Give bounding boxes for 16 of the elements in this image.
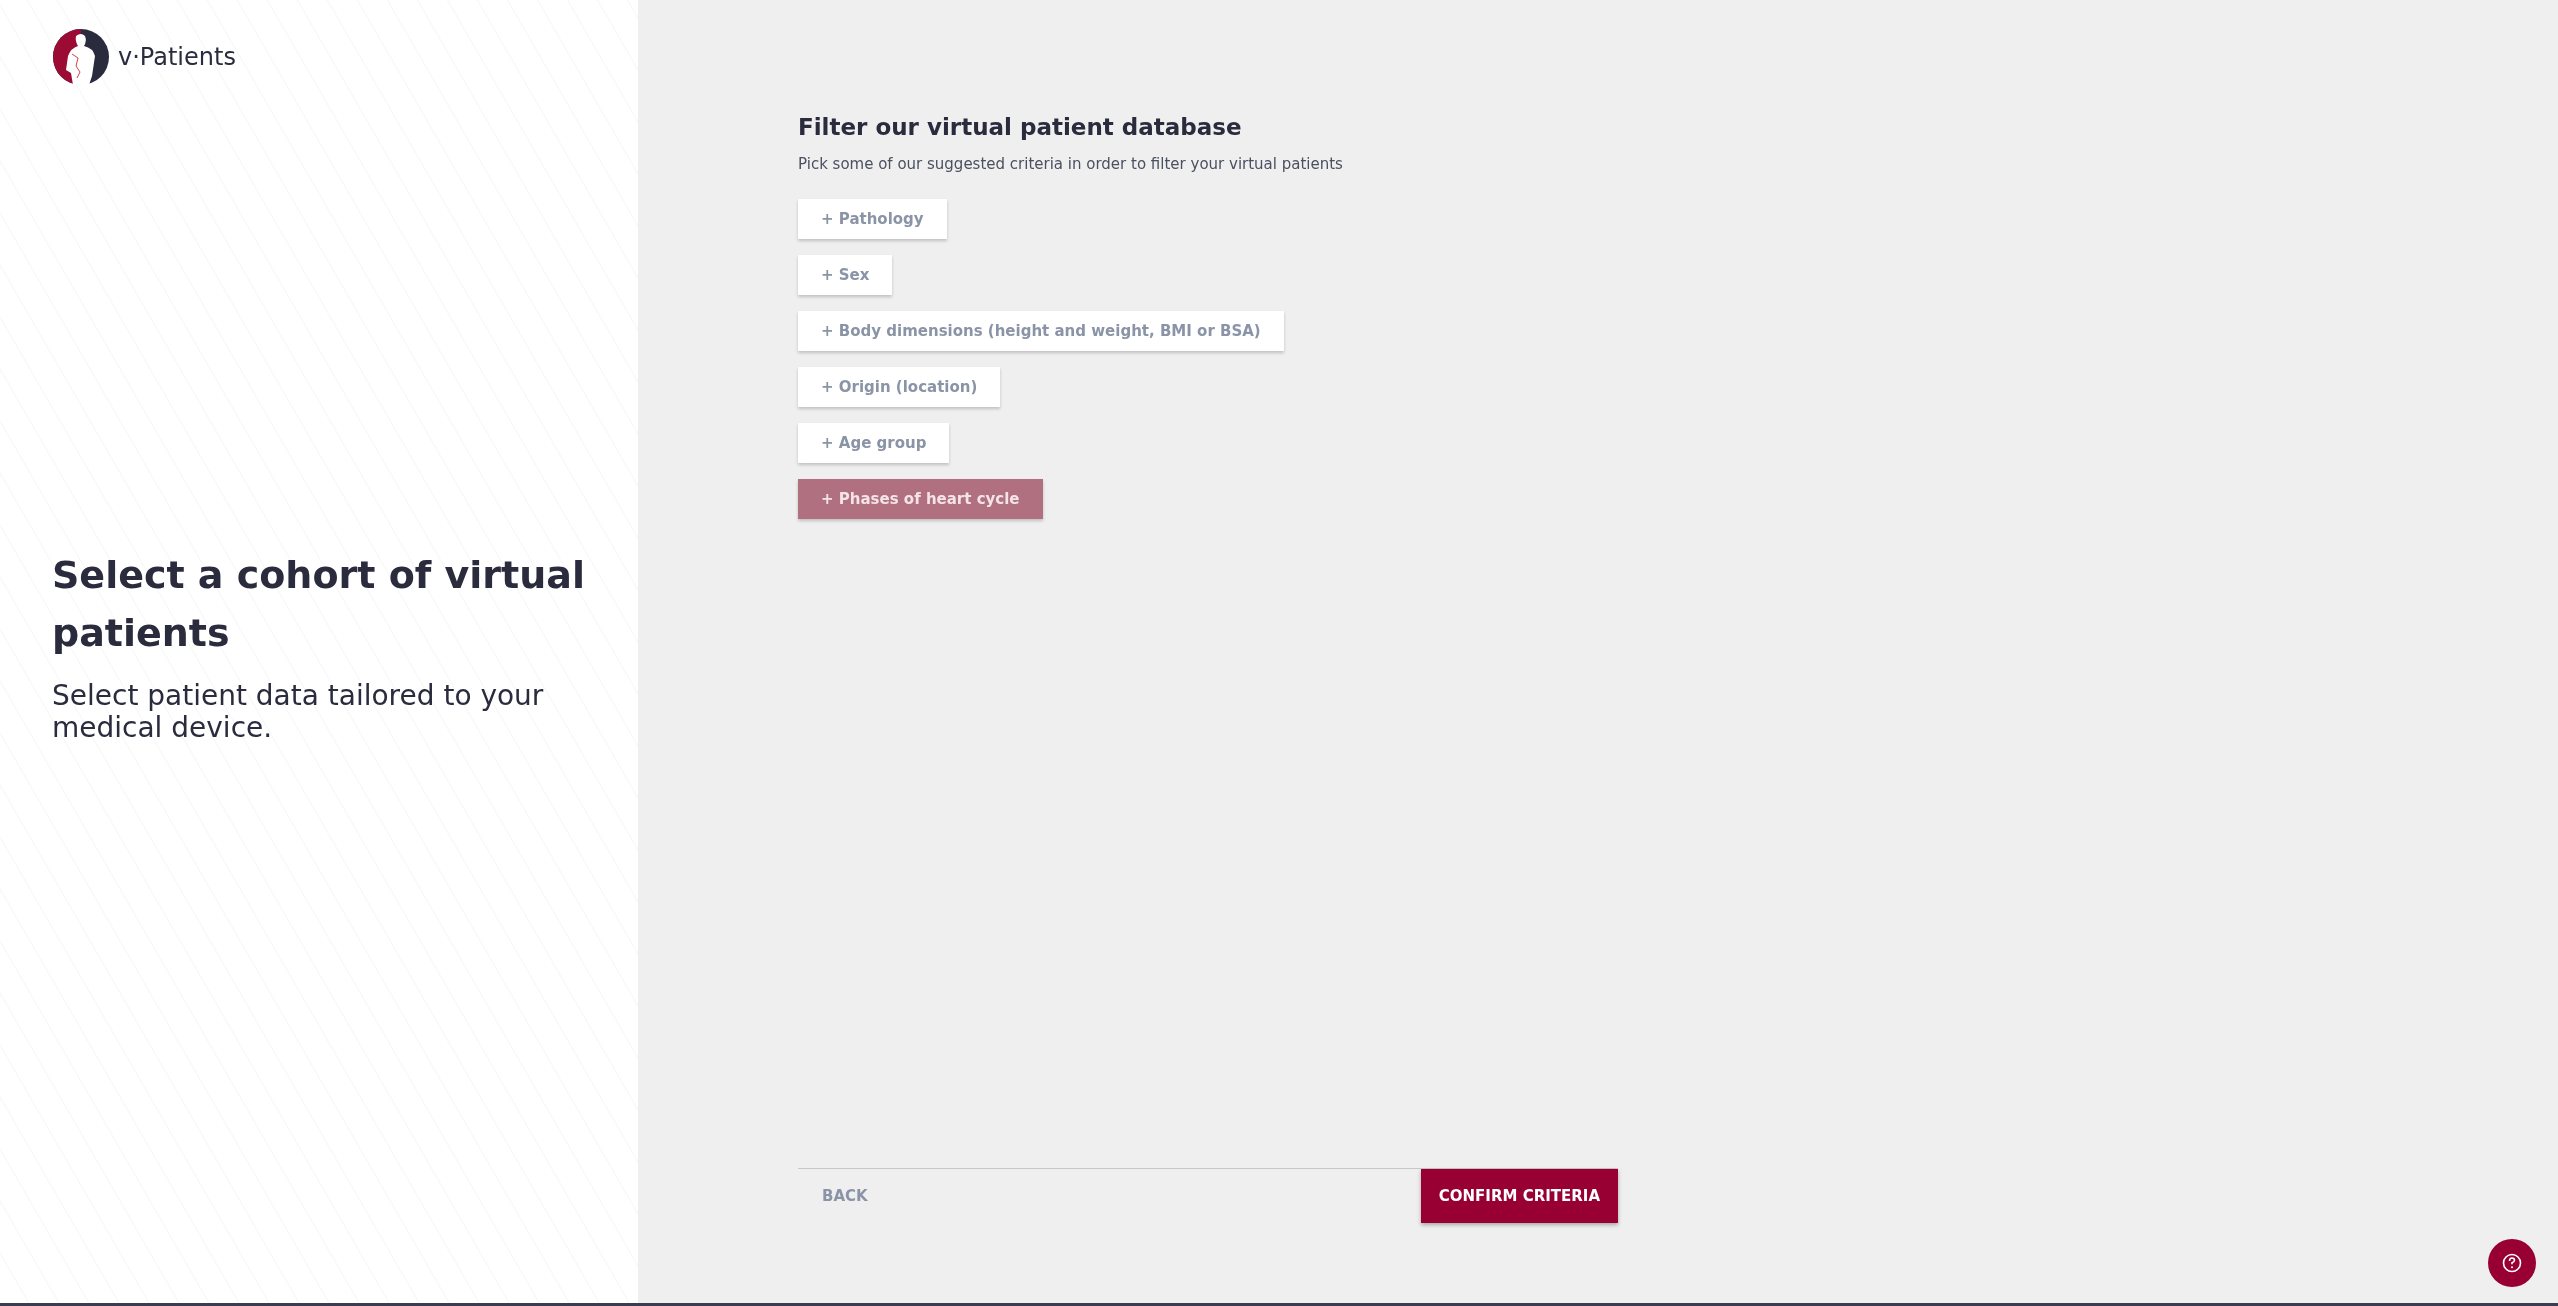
criteria-button[interactable]: + Origin (location) <box>798 367 1001 407</box>
back-button[interactable]: BACK <box>798 1169 892 1223</box>
filter-description: Pick some of our suggested criteria in order to filter your virtual patients <box>798 153 1344 175</box>
criteria-button[interactable]: + Age group <box>798 423 950 463</box>
page-subtitle: Select patient data tailored to your medical device. <box>52 680 545 744</box>
criteria-button[interactable]: + Pathology <box>798 199 947 239</box>
help-icon <box>2502 1253 2522 1273</box>
help-button[interactable] <box>2488 1239 2536 1287</box>
criteria-button[interactable]: + Body dimensions (height and weight, BMI or BSA) <box>798 311 1284 351</box>
brand-name: v·Patients <box>118 42 236 73</box>
logo-icon <box>52 28 110 86</box>
page-title: Select a cohort of virtual patients <box>52 552 586 657</box>
filter-title: Filter our virtual patient database <box>798 113 1243 142</box>
criteria-button[interactable]: + Sex <box>798 255 893 295</box>
confirm-button[interactable]: CONFIRM CRITERIA <box>1420 1169 1618 1223</box>
criteria-button[interactable]: + Phases of heart cycle <box>798 479 1043 519</box>
